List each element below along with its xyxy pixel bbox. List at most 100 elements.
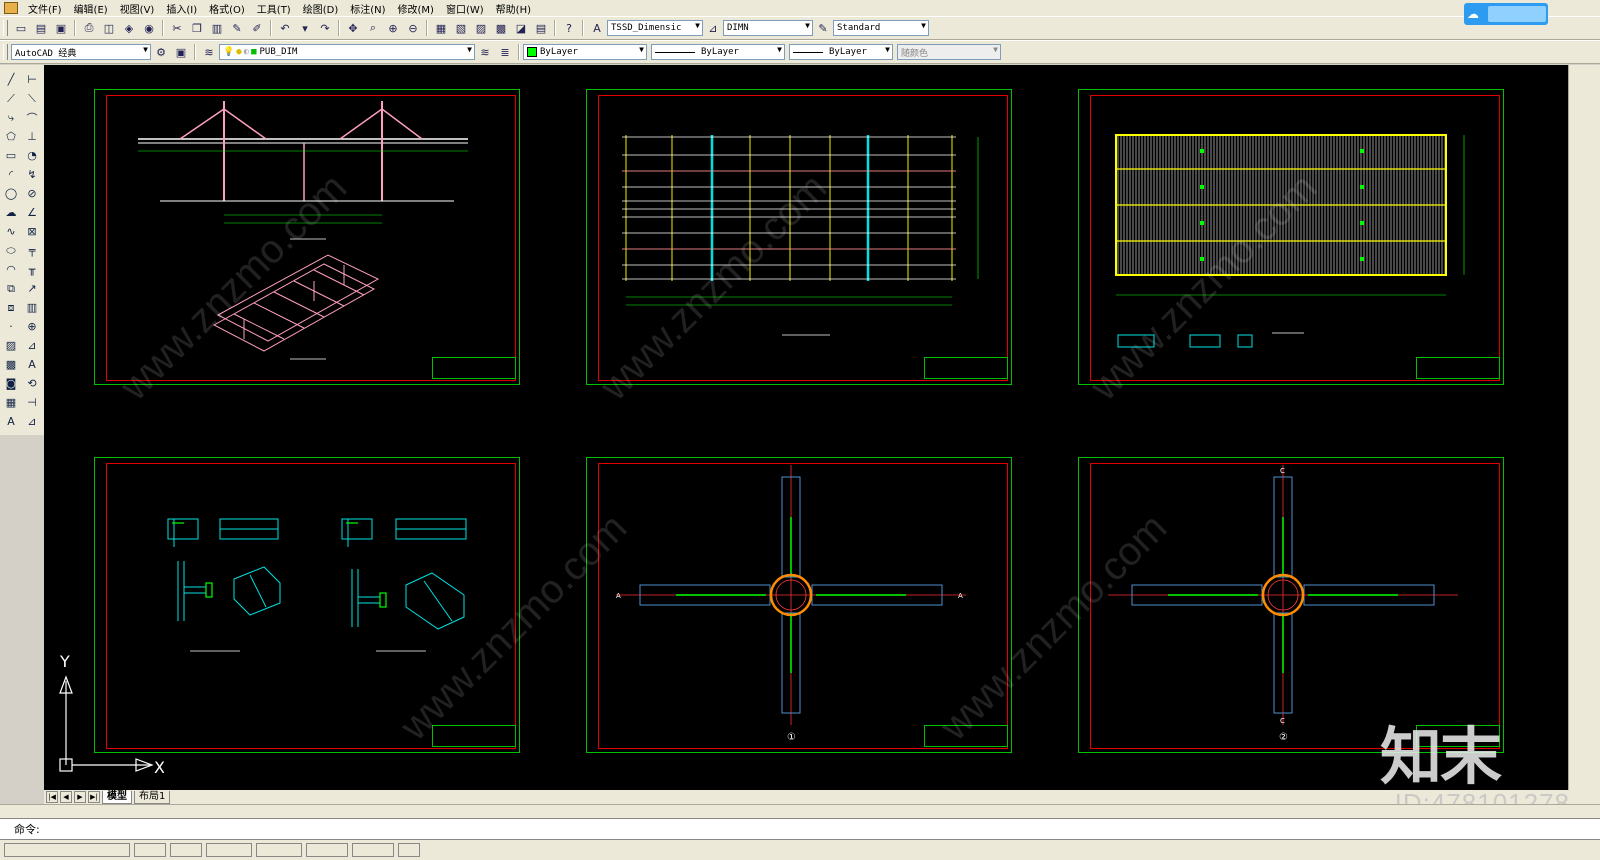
baseline-dimension-icon[interactable]: ╤	[23, 242, 41, 259]
quick-leader-icon[interactable]: ↗	[23, 280, 41, 297]
ortho-toggle[interactable]	[206, 843, 252, 857]
dimstyle-icon[interactable]: A	[589, 20, 605, 36]
revision-cloud-icon[interactable]: ☁	[2, 204, 20, 221]
match-properties-icon[interactable]: ✎	[229, 20, 245, 36]
dimension-text-edit-icon[interactable]: A	[23, 356, 41, 373]
linetype-select[interactable]: ByLayer ▼	[651, 44, 785, 60]
menu-dimension[interactable]: 标注(N)	[344, 1, 391, 16]
table-icon[interactable]: ▦	[2, 394, 20, 411]
web-icon[interactable]: ◉	[141, 20, 157, 36]
menu-file[interactable]: 文件(F)	[22, 1, 68, 16]
tab-layout1[interactable]: 布局1	[134, 790, 171, 804]
dimension-name-select[interactable]: DIMN ▼	[723, 20, 813, 36]
cut-icon[interactable]: ✂	[169, 20, 185, 36]
cloud-input[interactable]	[1488, 6, 1546, 22]
cloud-sync-widget[interactable]: ☁	[1464, 3, 1548, 25]
vertical-scrollbar[interactable]	[1568, 65, 1600, 790]
text-style-select[interactable]: Standard ▼	[833, 20, 929, 36]
ellipse-icon[interactable]: ⬭	[2, 242, 20, 259]
command-line[interactable]: 命令:	[0, 818, 1600, 840]
block-editor-icon[interactable]: ✐	[249, 20, 265, 36]
markup-icon[interactable]: ◪	[513, 20, 529, 36]
drawing-sheet-1[interactable]	[94, 89, 520, 385]
point-icon[interactable]: ·	[2, 318, 20, 335]
lineweight-toggle[interactable]	[398, 843, 420, 857]
otrack-toggle[interactable]	[352, 843, 394, 857]
new-file-icon[interactable]: ▭	[13, 20, 29, 36]
radius-dimension-icon[interactable]: ◔	[23, 147, 41, 164]
color-select[interactable]: ByLayer ▼	[523, 44, 647, 60]
app-icon[interactable]	[4, 2, 18, 14]
last-tab-button[interactable]: ▶|	[88, 791, 100, 803]
dimension-edit-icon[interactable]: ⊿	[23, 337, 41, 354]
dimension-style-select[interactable]: TSSD_Dimensic ▼	[607, 20, 703, 36]
menu-edit[interactable]: 编辑(E)	[68, 1, 114, 16]
menu-window[interactable]: 窗口(W)	[440, 1, 490, 16]
menu-view[interactable]: 视图(V)	[114, 1, 161, 16]
tab-model[interactable]: 模型	[102, 790, 132, 804]
help-icon[interactable]: ?	[561, 20, 577, 36]
multiline-text-icon[interactable]: A	[2, 413, 20, 430]
zoom-previous-icon[interactable]: ⊖	[405, 20, 421, 36]
first-tab-button[interactable]: |◀	[46, 791, 58, 803]
paste-icon[interactable]: ▥	[209, 20, 225, 36]
snap-toggle[interactable]	[134, 843, 166, 857]
layer-previous-icon[interactable]: ≣	[497, 44, 513, 60]
tool-palettes-icon[interactable]: ▨	[473, 20, 489, 36]
dimension-update-icon[interactable]: ⟲	[23, 375, 41, 392]
make-block-icon[interactable]: ⧈	[2, 299, 20, 316]
menu-tools[interactable]: 工具(T)	[251, 1, 297, 16]
design-center-icon[interactable]: ▧	[453, 20, 469, 36]
undo-icon[interactable]: ↶	[277, 20, 293, 36]
next-tab-button[interactable]: ▶	[74, 791, 86, 803]
polyline-icon[interactable]: ⤷	[2, 109, 20, 126]
undo-dropdown-icon[interactable]: ▾	[297, 20, 313, 36]
drawing-sheet-5[interactable]: A A ①	[586, 457, 1012, 753]
menu-draw[interactable]: 绘图(D)	[297, 1, 345, 16]
redo-icon[interactable]: ↷	[317, 20, 333, 36]
open-file-icon[interactable]: ▤	[33, 20, 49, 36]
ellipse-arc-icon[interactable]: ◠	[2, 261, 20, 278]
calculator-icon[interactable]: ▤	[533, 20, 549, 36]
arc-icon[interactable]: ◜	[2, 166, 20, 183]
properties-icon[interactable]: ▦	[433, 20, 449, 36]
publish-icon[interactable]: ◈	[121, 20, 137, 36]
copy-icon[interactable]: ❐	[189, 20, 205, 36]
zoom-window-icon[interactable]: ⊕	[385, 20, 401, 36]
rectangle-icon[interactable]: ▭	[2, 147, 20, 164]
continue-dimension-icon[interactable]: ╥	[23, 261, 41, 278]
make-object-layer-current-icon[interactable]: ≋	[477, 44, 493, 60]
quick-dimension-icon[interactable]: ⊠	[23, 223, 41, 240]
layer-select[interactable]: 💡 ● ◐ ■ PUB_DIM ▼	[219, 44, 475, 60]
drawing-canvas[interactable]: A A ① C C ② Y X www.znzmo.com www.znzmo.…	[44, 65, 1568, 790]
menu-format[interactable]: 格式(O)	[203, 1, 251, 16]
dimension-override-icon[interactable]: ⊿	[23, 413, 41, 430]
toolbar-grip[interactable]	[3, 44, 8, 60]
region-icon[interactable]: ◙	[2, 375, 20, 392]
aligned-dimension-icon[interactable]: ⟍	[23, 90, 41, 107]
polar-toggle[interactable]	[256, 843, 302, 857]
diameter-dimension-icon[interactable]: ⊘	[23, 185, 41, 202]
layer-manager-icon[interactable]: ≋	[201, 44, 217, 60]
menu-modify[interactable]: 修改(M)	[392, 1, 440, 16]
osnap-toggle[interactable]	[306, 843, 348, 857]
drawing-sheet-3[interactable]	[1078, 89, 1504, 385]
hatch-icon[interactable]: ▨	[2, 337, 20, 354]
lineweight-select[interactable]: ByLayer ▼	[789, 44, 893, 60]
toolbar-grip[interactable]	[3, 20, 8, 36]
print-icon[interactable]: ⎙	[81, 20, 97, 36]
drawing-sheet-2[interactable]	[586, 89, 1012, 385]
tolerance-icon[interactable]: ▥	[23, 299, 41, 316]
sheet-set-icon[interactable]: ▩	[493, 20, 509, 36]
menu-insert[interactable]: 插入(I)	[160, 1, 203, 16]
workspace-select[interactable]: AutoCAD 经典 ▼	[11, 44, 151, 60]
zoom-realtime-icon[interactable]: ⌕	[365, 20, 381, 36]
dimension-icon[interactable]: ⊿	[705, 20, 721, 36]
save-workspace-icon[interactable]: ▣	[173, 44, 189, 60]
prev-tab-button[interactable]: ◀	[60, 791, 72, 803]
linear-dimension-icon[interactable]: ⊢	[23, 71, 41, 88]
ordinate-dimension-icon[interactable]: ⊥	[23, 128, 41, 145]
print-preview-icon[interactable]: ◫	[101, 20, 117, 36]
polygon-icon[interactable]: ⬠	[2, 128, 20, 145]
line-icon[interactable]: ╱	[2, 71, 20, 88]
